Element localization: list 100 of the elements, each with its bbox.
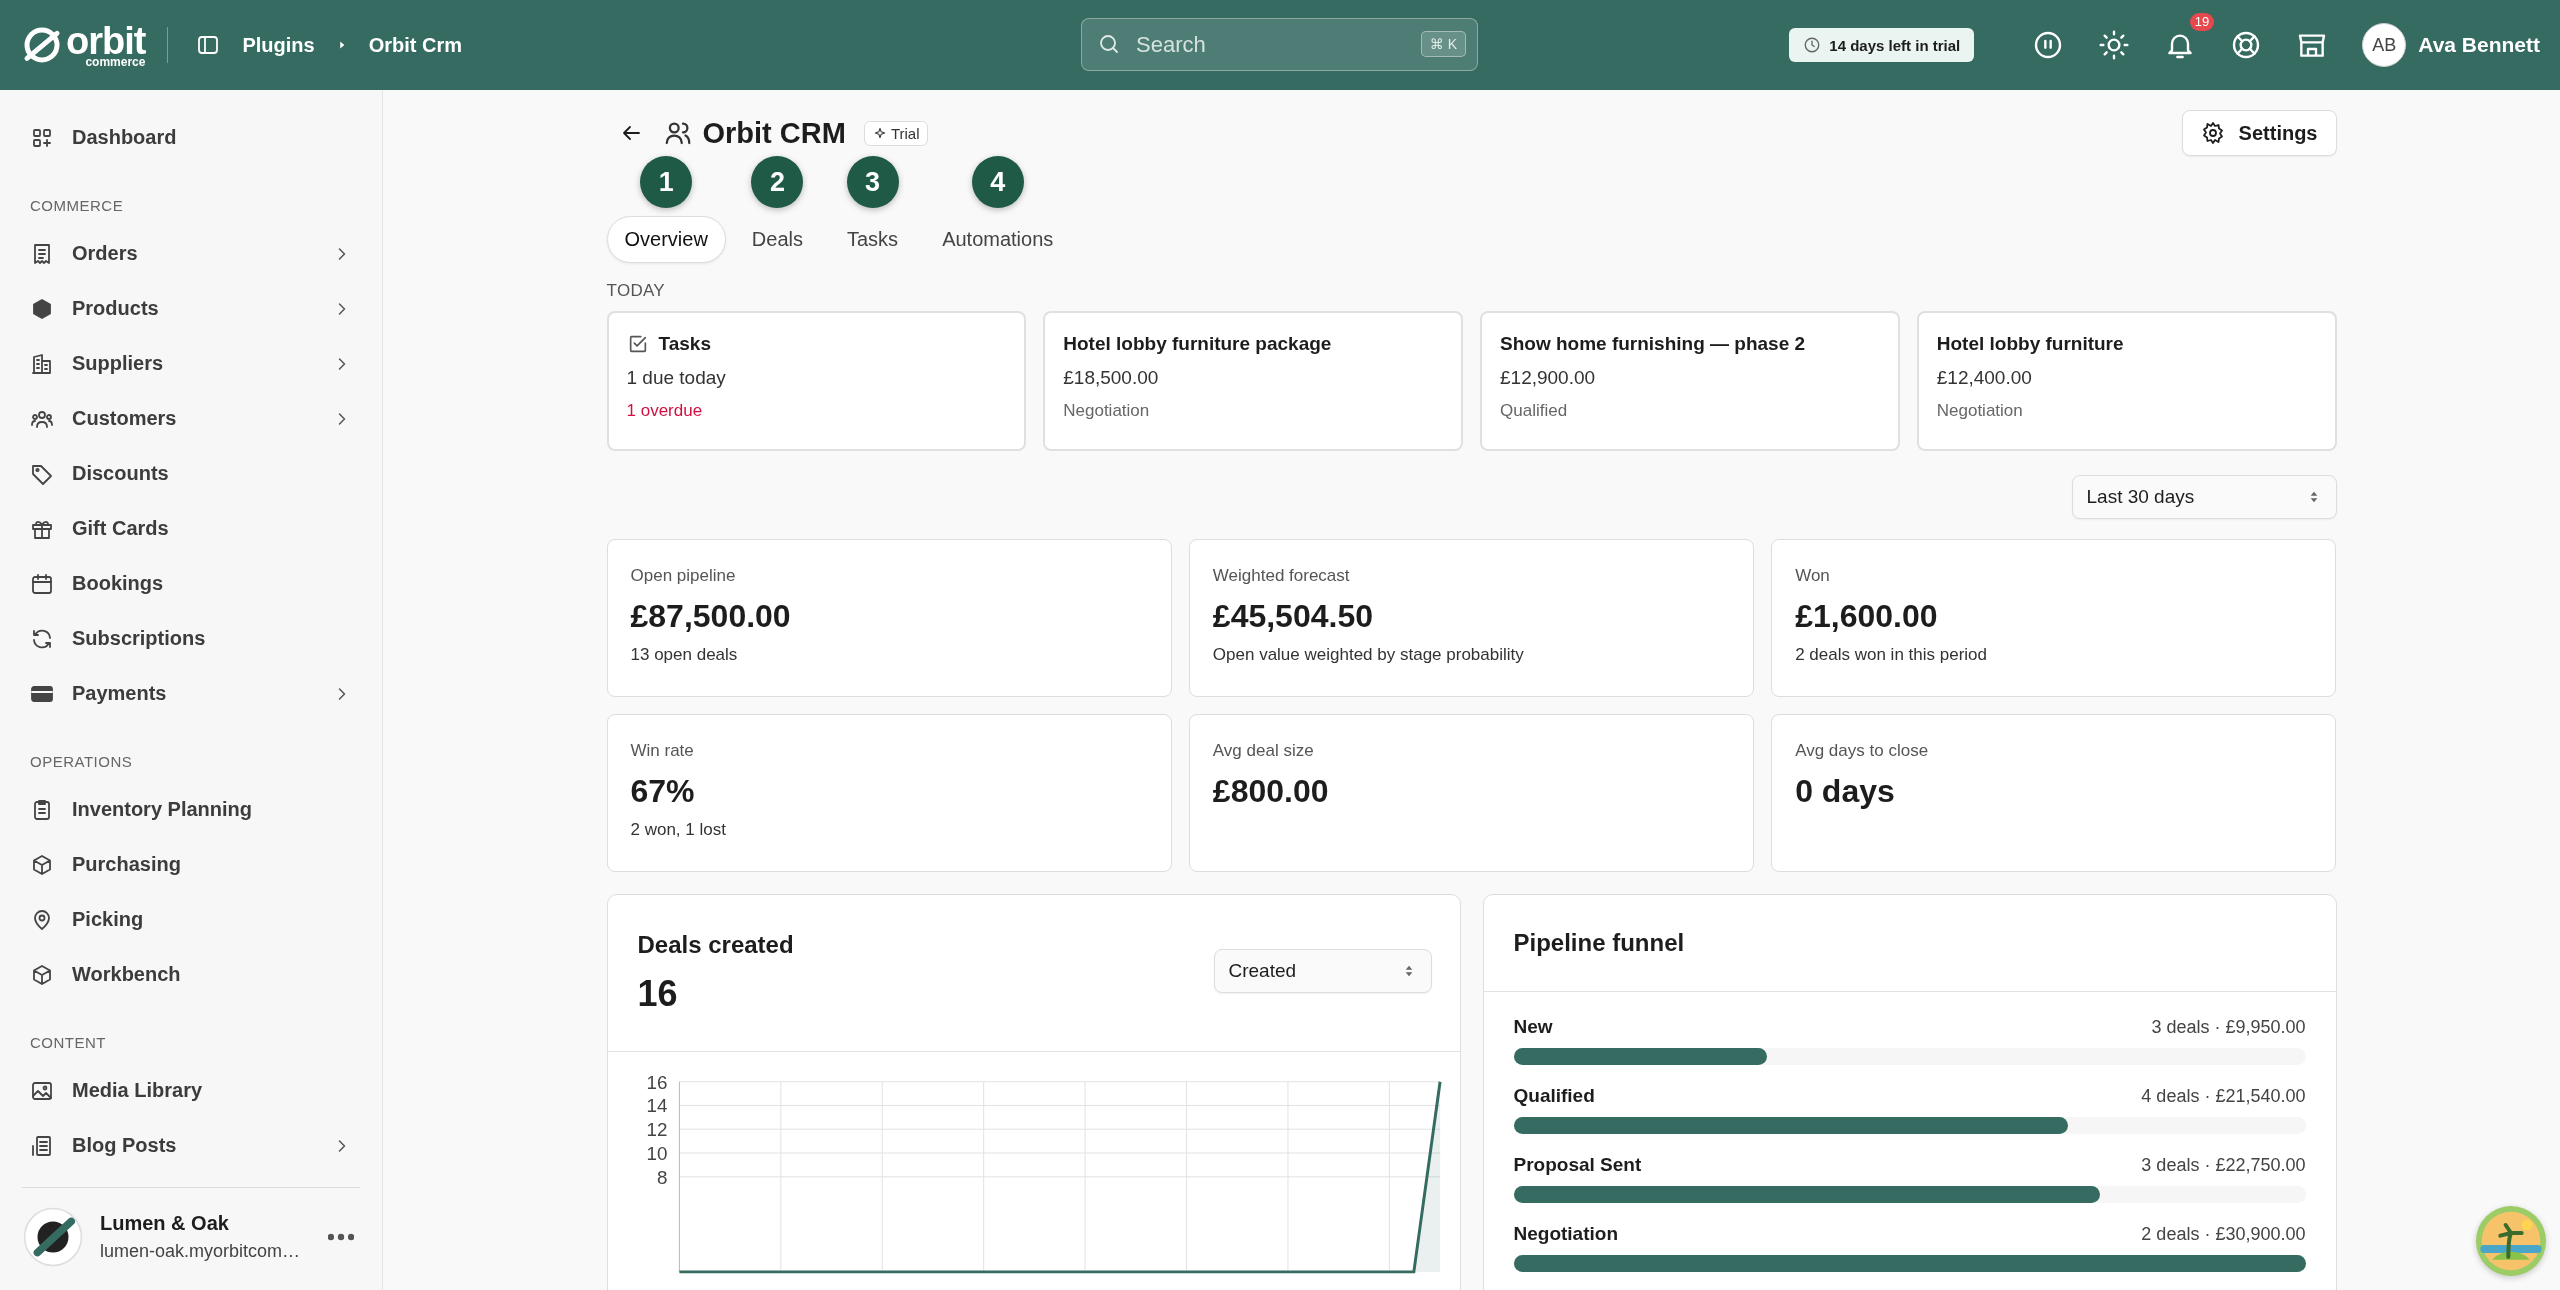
metric-label: Open pipeline bbox=[630, 566, 737, 586]
stage-summary: 2 deals · £30,900.00 bbox=[2141, 1224, 2306, 1245]
deal-card[interactable]: Hotel lobby furniture £12,400.00 Negotiation bbox=[1916, 311, 2337, 451]
metric-label: Win rate bbox=[630, 741, 695, 761]
metric-value: £800.00 bbox=[1212, 773, 1330, 810]
section-heading: COMMERCE bbox=[29, 196, 125, 216]
y-tick-label: 12 bbox=[646, 1119, 668, 1141]
sidebar-item[interactable]: Gift Cards bbox=[22, 501, 360, 556]
sun-icon bbox=[2098, 29, 2131, 61]
metric-note: 2 deals won in this period bbox=[1795, 645, 1988, 665]
stage-name: Negotiation bbox=[1513, 1223, 1618, 1245]
stage-summary: 3 deals · £22,750.00 bbox=[2141, 1155, 2306, 1176]
step-number-badge: 4 bbox=[971, 156, 1024, 208]
user-name[interactable]: Ava Bennett bbox=[2418, 33, 2540, 57]
document-icon bbox=[30, 1133, 54, 1158]
step-number-badge: 2 bbox=[751, 156, 804, 208]
metric-label: Weighted forecast bbox=[1212, 566, 1351, 586]
dropdown[interactable]: Created bbox=[1213, 949, 1432, 993]
card-title: Pipeline funnel bbox=[1513, 929, 1685, 957]
step-number-badge: 1 bbox=[640, 156, 693, 208]
metric-value: £45,504.50 bbox=[1212, 598, 1374, 635]
deal-amount: £18,500.00 bbox=[1063, 367, 1160, 389]
calendar-icon bbox=[30, 571, 54, 596]
metric-label: Avg deal size bbox=[1212, 741, 1315, 761]
orbit-logo-icon bbox=[22, 25, 62, 65]
sidebar-item[interactable]: Blog Posts bbox=[22, 1118, 360, 1173]
deal-amount: £12,900.00 bbox=[1500, 367, 1597, 389]
metric-value: £87,500.00 bbox=[630, 598, 792, 635]
metric-note: Open value weighted by stage probability bbox=[1212, 645, 1525, 665]
notification-count: 19 bbox=[2189, 13, 2215, 32]
breadcrumb-link[interactable]: Plugins bbox=[242, 33, 315, 57]
step-number-badge: 3 bbox=[846, 156, 899, 208]
search-icon bbox=[1097, 32, 1121, 56]
metric-note: 13 open deals bbox=[630, 645, 739, 665]
tab[interactable]: Overview bbox=[606, 216, 726, 263]
sidebar-item[interactable]: Dashboard bbox=[22, 110, 360, 165]
app-logo[interactable]: orbit commerce bbox=[22, 22, 146, 68]
avatar-picture[interactable] bbox=[2476, 1206, 2546, 1276]
sidebar-item[interactable]: Orders bbox=[22, 226, 360, 281]
overdue-count: 1 overdue bbox=[626, 401, 704, 421]
y-tick-label: 16 bbox=[646, 1071, 668, 1093]
palm-island-drawing bbox=[2479, 1209, 2543, 1273]
deal-stage: Negotiation bbox=[1063, 401, 1151, 421]
y-tick-label: 8 bbox=[656, 1166, 668, 1188]
card-title: Hotel lobby furniture bbox=[1936, 333, 2124, 355]
tab[interactable]: Deals bbox=[733, 216, 821, 263]
trial-badge[interactable]: 14 days left in trial bbox=[1789, 28, 1975, 62]
stage-summary: 4 deals · £21,540.00 bbox=[2141, 1086, 2306, 1107]
metric-label: Avg days to close bbox=[1795, 741, 1930, 761]
stage-summary: 3 deals · £9,950.00 bbox=[2151, 1017, 2306, 1038]
y-tick-label: 10 bbox=[646, 1142, 668, 1164]
section-heading: CONTENT bbox=[29, 1033, 107, 1053]
metric-value: £1,600.00 bbox=[1795, 598, 1939, 635]
deal-card[interactable]: Hotel lobby furniture package £18,500.00 Negotiation bbox=[1043, 311, 1463, 451]
clock-icon bbox=[1803, 36, 1822, 54]
deal-stage: Qualified bbox=[1500, 401, 1569, 421]
metric-note: 2 won, 1 lost bbox=[630, 820, 727, 840]
tasks-card[interactable]: Tasks 1 due today 1 overdue bbox=[606, 311, 1027, 451]
deal-card[interactable]: Show home furnishing — phase 2 £12,900.00 Qualified bbox=[1480, 311, 1900, 451]
deal-amount: £12,400.00 bbox=[1936, 367, 2033, 389]
user-avatar[interactable]: AB bbox=[2362, 23, 2407, 67]
settings-button[interactable]: Settings bbox=[2181, 110, 2337, 156]
total-count: 16 bbox=[637, 973, 679, 1015]
sidebar-item[interactable]: Picking bbox=[22, 892, 360, 947]
sidebar-item[interactable]: Inventory Planning bbox=[22, 782, 360, 837]
sidebar-item[interactable]: Media Library bbox=[22, 1063, 360, 1118]
sidebar-item[interactable]: Bookings bbox=[22, 556, 360, 611]
sidebar-item[interactable]: Purchasing bbox=[22, 837, 360, 892]
tab[interactable]: Automations bbox=[924, 216, 1072, 263]
card-title: Hotel lobby furniture package bbox=[1063, 333, 1332, 355]
stage-name: New bbox=[1513, 1016, 1553, 1038]
metric-value: 0 days bbox=[1795, 773, 1896, 810]
sidebar-item[interactable]: Suppliers bbox=[22, 336, 360, 391]
tab[interactable]: Tasks bbox=[829, 216, 917, 263]
breadcrumb-link[interactable]: Orbit Crm bbox=[368, 33, 462, 57]
shortcut-hint: ⌘ K bbox=[1420, 31, 1466, 57]
trial-tag: Trial bbox=[863, 120, 929, 146]
section-heading: OPERATIONS bbox=[29, 752, 134, 772]
sidebar-item[interactable]: Subscriptions bbox=[22, 611, 360, 666]
sidebar-item[interactable]: Discounts bbox=[22, 446, 360, 501]
sidebar-icon bbox=[196, 33, 221, 57]
y-tick-label: 14 bbox=[646, 1095, 668, 1117]
deal-stage: Negotiation bbox=[1936, 401, 2024, 421]
dropdown[interactable]: Last 30 days bbox=[2071, 475, 2337, 519]
card-title: Show home furnishing — phase 2 bbox=[1500, 333, 1806, 355]
metric-label: Won bbox=[1795, 566, 1831, 586]
sidebar-item[interactable]: Workbench bbox=[22, 947, 360, 1002]
sidebar-item[interactable]: Products bbox=[22, 281, 360, 336]
sidebar-item[interactable]: Payments bbox=[22, 666, 360, 721]
settings-icon bbox=[2200, 121, 2225, 145]
metric-value: 67% bbox=[630, 773, 696, 810]
stage-name: Proposal Sent bbox=[1513, 1154, 1642, 1176]
page-title: Orbit CRM bbox=[702, 116, 846, 150]
cube-icon bbox=[30, 296, 54, 321]
sidebar-item[interactable]: Customers bbox=[22, 391, 360, 446]
store-logo-icon bbox=[22, 1206, 84, 1268]
sparkle-icon bbox=[872, 126, 887, 140]
building-icon bbox=[30, 351, 54, 376]
store-name: Lumen & Oak bbox=[100, 1212, 230, 1235]
stage-name: Qualified bbox=[1513, 1085, 1595, 1107]
